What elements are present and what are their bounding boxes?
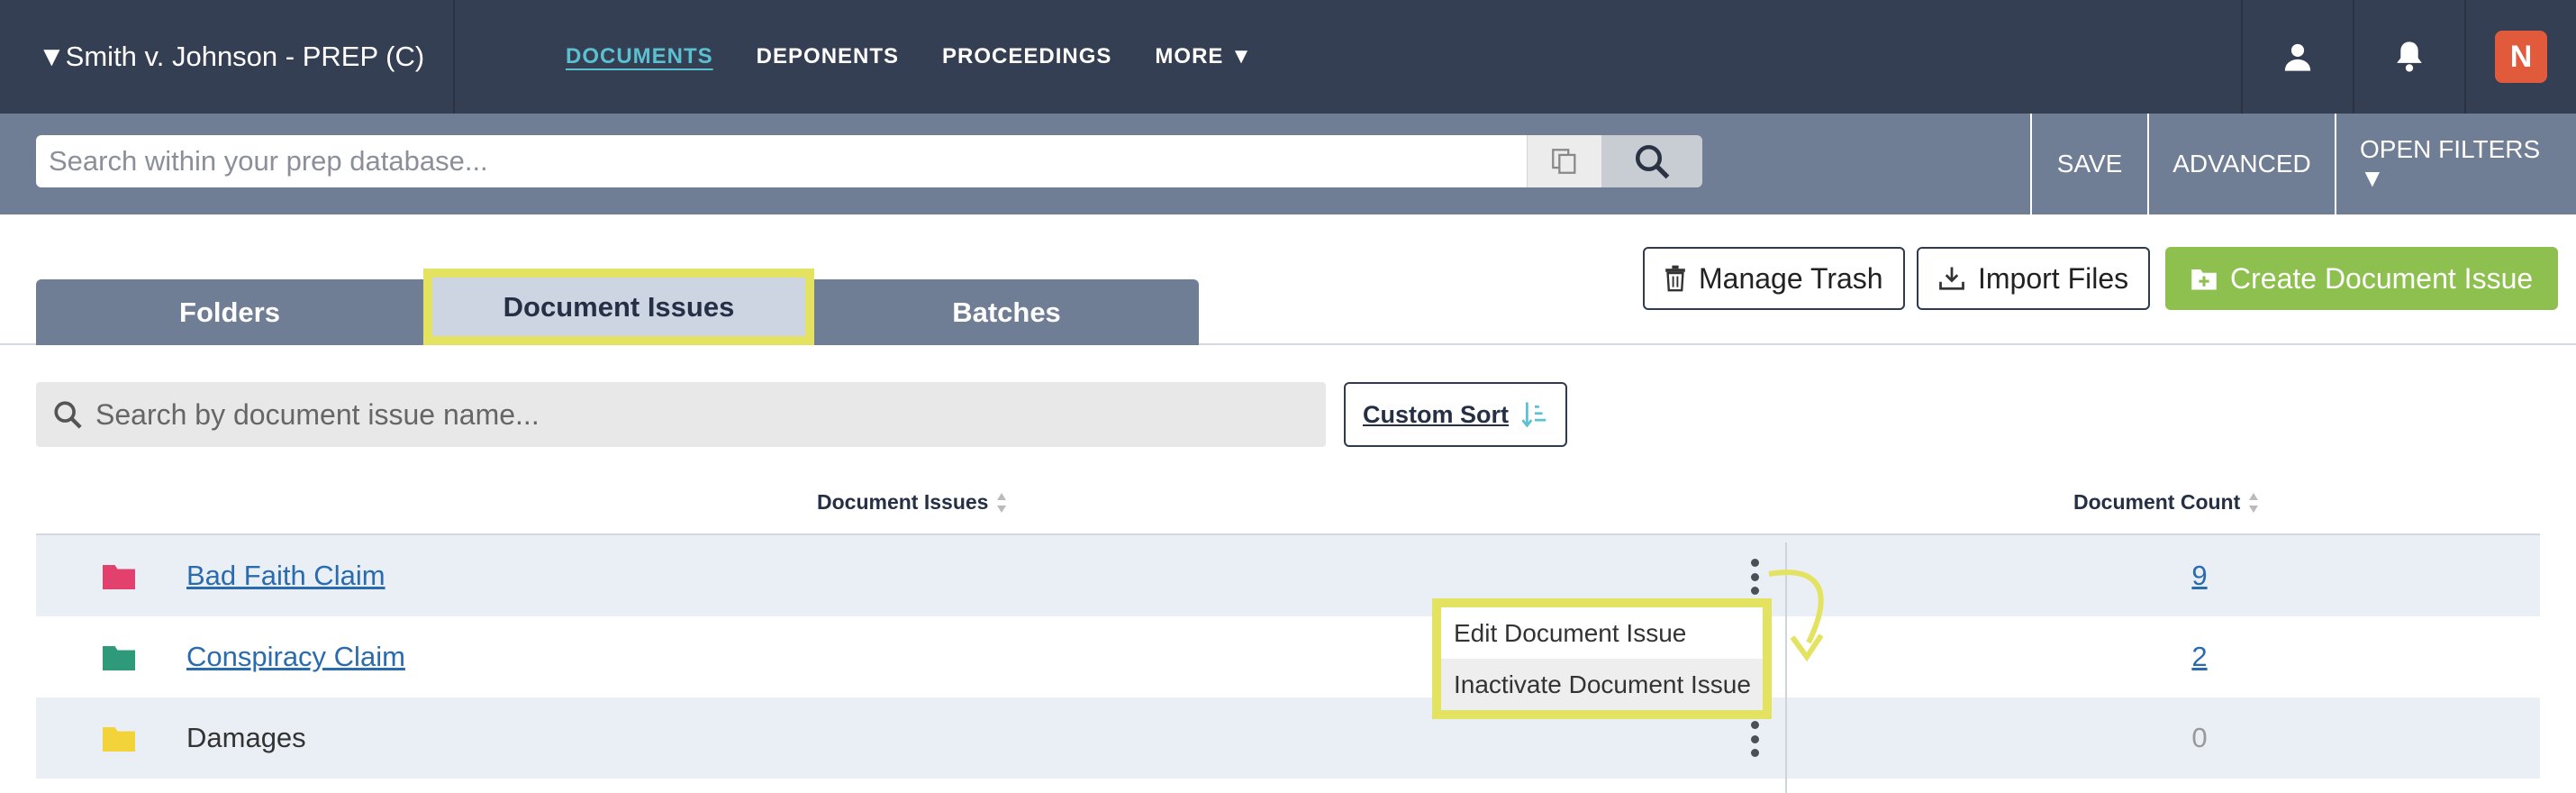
notifications-button[interactable] xyxy=(2353,0,2464,114)
issue-search-field[interactable]: Search by document issue name... xyxy=(36,382,1326,447)
folder-plus-icon xyxy=(2191,269,2217,290)
import-files-button[interactable]: Import Files xyxy=(1917,247,2151,310)
case-selector[interactable]: ▼Smith v. Johnson - PREP (C) xyxy=(0,0,455,114)
document-count-link[interactable]: 2 xyxy=(2154,641,2245,673)
sort-icon xyxy=(1521,402,1547,428)
user-button[interactable] xyxy=(2241,0,2353,114)
issue-search-placeholder: Search by document issue name... xyxy=(95,397,540,431)
open-filters-button[interactable]: OPEN FILTERS ▼ xyxy=(2335,114,2576,214)
search-button[interactable] xyxy=(1601,135,1702,187)
download-icon xyxy=(1939,267,1964,290)
folder-icon xyxy=(103,646,135,670)
document-issues-table: Bad Faith Claim 9 Conspiracy Claim 2 Dam… xyxy=(36,533,2540,779)
brand-logo: N xyxy=(2495,31,2547,83)
table-row[interactable]: Bad Faith Claim 9 xyxy=(36,535,2540,616)
row-menu-button[interactable] xyxy=(1749,721,1760,757)
prep-search-input[interactable] xyxy=(36,135,1527,187)
menu-item-edit-document-issue[interactable]: Edit Document Issue xyxy=(1441,607,1763,659)
search-icon xyxy=(54,401,82,429)
tab-document-issues[interactable]: Document Issues xyxy=(423,269,814,345)
row-context-menu: Edit Document Issue Inactivate Document … xyxy=(1432,598,1772,719)
issue-name: Damages xyxy=(186,722,306,753)
document-count: 0 xyxy=(2191,722,2208,753)
create-document-issue-label: Create Document Issue xyxy=(2230,261,2534,295)
nav-deponents[interactable]: DEPONENTS xyxy=(757,44,899,69)
nav-proceedings[interactable]: PROCEEDINGS xyxy=(942,44,1111,69)
sort-arrows-icon xyxy=(997,492,1007,513)
column-header-issues[interactable]: Document Issues xyxy=(817,490,1008,515)
user-icon xyxy=(2284,43,2311,71)
advanced-button[interactable]: ADVANCED xyxy=(2147,114,2335,214)
tab-batches[interactable]: Batches xyxy=(814,279,1199,345)
search-icon xyxy=(1635,144,1670,179)
issue-name-link[interactable]: Conspiracy Claim xyxy=(186,641,405,673)
manage-trash-label: Manage Trash xyxy=(1699,261,1883,295)
search-bar: SAVE ADVANCED OPEN FILTERS ▼ xyxy=(0,114,2576,214)
search-actions: SAVE ADVANCED OPEN FILTERS ▼ xyxy=(2030,114,2576,214)
table-row[interactable]: Conspiracy Claim 2 xyxy=(36,616,2540,697)
save-button[interactable]: SAVE xyxy=(2030,114,2147,214)
create-document-issue-button[interactable]: Create Document Issue xyxy=(2165,247,2559,310)
import-files-label: Import Files xyxy=(1978,261,2129,295)
annotation-arrow xyxy=(1768,570,1824,662)
column-header-issues-label: Document Issues xyxy=(817,490,989,514)
document-count-link[interactable]: 9 xyxy=(2154,560,2245,592)
folder-icon xyxy=(103,727,135,752)
nav-documents[interactable]: DOCUMENTS xyxy=(566,44,713,69)
folder-icon xyxy=(103,565,135,589)
custom-sort-button[interactable]: Custom Sort xyxy=(1344,382,1567,447)
manage-trash-button[interactable]: Manage Trash xyxy=(1643,247,1905,310)
column-header-count[interactable]: Document Count xyxy=(2073,490,2260,515)
top-navigation-bar: ▼Smith v. Johnson - PREP (C) DOCUMENTS D… xyxy=(0,0,2576,114)
brand-button[interactable]: N xyxy=(2464,0,2576,114)
nav-more[interactable]: MORE ▼ xyxy=(1155,44,1252,69)
tabs-area: Folders Document Issues Batches Manage T… xyxy=(0,214,2576,345)
column-header-count-label: Document Count xyxy=(2073,490,2241,514)
bell-icon xyxy=(2397,41,2422,72)
top-icons: N xyxy=(2241,0,2576,114)
main-nav: DOCUMENTS DEPONENTS PROCEEDINGS MORE ▼ xyxy=(566,0,1253,114)
issue-name-link[interactable]: Bad Faith Claim xyxy=(186,560,385,592)
custom-sort-label: Custom Sort xyxy=(1363,400,1509,428)
menu-item-inactivate-document-issue[interactable]: Inactivate Document Issue xyxy=(1441,659,1763,710)
tab-folders[interactable]: Folders xyxy=(36,279,423,345)
table-row[interactable]: Damages 0 xyxy=(36,697,2540,779)
sort-arrows-icon xyxy=(2249,492,2259,513)
trash-icon xyxy=(1665,265,1685,292)
copy-button[interactable] xyxy=(1527,135,1601,187)
copy-icon xyxy=(1552,149,1576,174)
